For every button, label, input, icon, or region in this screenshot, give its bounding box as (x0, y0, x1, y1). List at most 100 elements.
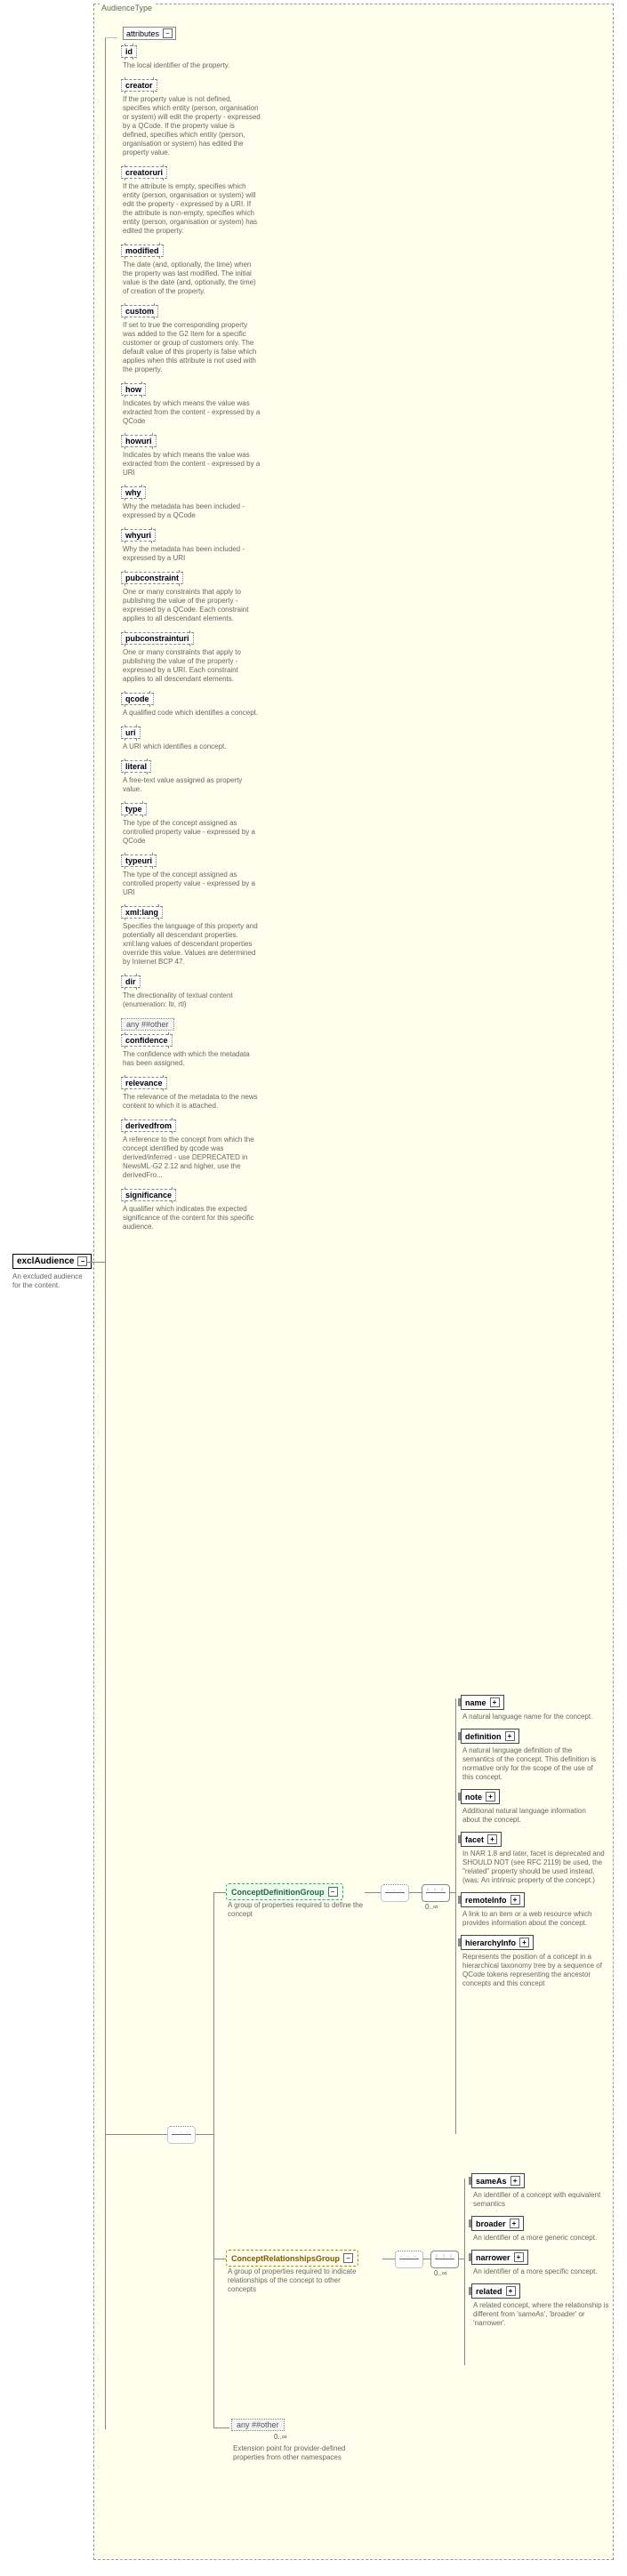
child-node-box[interactable]: sameAs+ (471, 2173, 525, 2188)
child-desc: In NAR 1.8 and later, facet is deprecate… (462, 1850, 605, 1885)
child-desc: An identifier of a concept with equivale… (473, 2191, 615, 2209)
attributes-header[interactable]: attributes − (123, 27, 176, 40)
attribute-name[interactable]: custom (121, 305, 158, 317)
attribute-name[interactable]: derivedfrom (121, 1119, 176, 1132)
root-node-box[interactable]: exclAudience − (12, 1254, 92, 1269)
child-node-box[interactable]: note+ (461, 1789, 500, 1804)
child-label: broader (476, 2219, 506, 2228)
choice-compositor: ⋮⋮⋮ (430, 2251, 459, 2268)
attribute-literal: literalA free-text value assigned as pro… (121, 760, 263, 799)
attribute-name[interactable]: qcode (121, 693, 154, 705)
attribute-name[interactable]: significance (121, 1189, 176, 1201)
child-related: related+A related concept, where the rel… (471, 2283, 623, 2328)
attribute-name[interactable]: confidence (121, 1034, 173, 1047)
occurs-label: 0..∞ (434, 2269, 447, 2277)
attribute-name[interactable]: literal (121, 760, 151, 773)
child-node-box[interactable]: broader + (471, 2216, 524, 2231)
substitution-marker (469, 2219, 471, 2227)
attribute-desc: Why the metadata has been included - exp… (123, 502, 261, 520)
expand-icon[interactable]: + (510, 1895, 520, 1905)
connector-line (409, 1892, 422, 1893)
connector-line (87, 1262, 105, 1263)
child-sameAs: sameAs+ An identifier of a concept with e… (471, 2173, 623, 2209)
sequence-compositor: · · · (395, 2251, 423, 2268)
attribute-name[interactable]: xml:lang (121, 906, 163, 919)
attribute-derivedfrom: derivedfromA reference to the concept fr… (121, 1119, 263, 1185)
child-node-box[interactable]: name + (461, 1695, 504, 1710)
attribute-name[interactable]: how (121, 383, 146, 396)
attribute-desc: One or many constraints that apply to pu… (123, 588, 261, 623)
attribute-howuri: howuriIndicates by which means the value… (121, 435, 263, 483)
attribute-name[interactable]: pubconstrainturi (121, 632, 194, 645)
group-label: ConceptDefinitionGroup (231, 1888, 325, 1897)
expand-icon[interactable]: + (486, 1792, 495, 1802)
child-definition: definition+A natural language definition… (461, 1729, 612, 1782)
expand-icon[interactable]: + (519, 1938, 529, 1947)
collapse-icon[interactable]: − (328, 1887, 338, 1897)
expand-icon[interactable]: + (510, 2176, 520, 2186)
child-label: name (465, 1698, 486, 1707)
attribute-name[interactable]: why (121, 486, 146, 499)
expand-icon[interactable]: + (514, 2252, 524, 2262)
connector-line (213, 1892, 214, 2428)
child-node-box[interactable]: remoteInfo+ (461, 1892, 525, 1907)
child-label: definition (465, 1732, 502, 1741)
attribute-desc: The type of the concept assigned as cont… (123, 871, 261, 897)
attributes-container: attributes − idThe local identifier of t… (121, 27, 281, 1237)
attribute-desc: The confidence with which the metadata h… (123, 1050, 261, 1068)
group-concept-definition[interactable]: ConceptDefinitionGroup − (226, 1883, 343, 1900)
attribute-name[interactable]: id (121, 45, 137, 58)
expand-icon[interactable]: + (506, 2286, 516, 2296)
attribute-name[interactable]: whyuri (121, 529, 156, 542)
attribute-desc: Why the metadata has been included - exp… (123, 545, 261, 563)
any-other-attribute[interactable]: any ##other (121, 1018, 174, 1031)
child-broader: broader + An identifier of a more generic … (471, 2216, 623, 2243)
attribute-name[interactable]: type (121, 803, 147, 815)
attribute-desc: A qualified code which identifies a conc… (123, 709, 261, 718)
attribute-desc: If set to true the corresponding propert… (123, 321, 261, 374)
collapse-icon[interactable]: − (343, 2253, 353, 2263)
attribute-name[interactable]: pubconstraint (121, 572, 183, 584)
child-desc: Represents the position of a concept in … (462, 1953, 605, 1988)
any-desc: Extension point for provider-defined pro… (233, 2444, 366, 2462)
expand-icon[interactable]: + (487, 1834, 497, 1844)
attribute-desc: One or many constraints that apply to pu… (123, 648, 261, 684)
attribute-name[interactable]: relevance (121, 1077, 167, 1089)
attribute-name[interactable]: uri (121, 726, 141, 739)
attribute-name[interactable]: typeuri (121, 855, 157, 867)
child-remoteInfo: remoteInfo+A link to an item or a web re… (461, 1892, 612, 1928)
attribute-modified: modifiedThe date (and, optionally, the t… (121, 245, 263, 301)
attribute-name[interactable]: howuri (121, 435, 157, 447)
attribute-name[interactable]: dir (121, 975, 141, 988)
expand-icon[interactable]: + (490, 1697, 500, 1707)
child-node-box[interactable]: definition+ (461, 1729, 519, 1744)
attribute-confidence: confidence The confidence with which the … (121, 1034, 263, 1073)
child-desc: An identifier of a more specific concept… (473, 2267, 615, 2276)
child-desc: An identifier of a more generic concept. (473, 2234, 615, 2243)
any-other-element[interactable]: any ##other (231, 2419, 285, 2431)
attribute-desc: If the property value is not defined, sp… (123, 95, 261, 157)
substitution-marker (458, 1732, 461, 1740)
attributes-list: idThe local identifier of the property. c… (121, 45, 281, 1237)
child-node-box[interactable]: related+ (471, 2283, 520, 2299)
child-node-box[interactable]: hierarchyInfo+ (461, 1935, 534, 1950)
attribute-dir: dirThe directionality of textual content… (121, 975, 263, 1015)
group-concept-relationships[interactable]: ConceptRelationshipsGroup − (226, 2250, 358, 2267)
child-node-box[interactable]: narrower+ (471, 2250, 528, 2265)
child-desc: A natural language name for the concept. (462, 1713, 605, 1721)
collapse-icon[interactable]: − (77, 1256, 87, 1266)
child-label: facet (465, 1835, 484, 1844)
child-node-box[interactable]: facet+ (461, 1832, 502, 1847)
attribute-significance: significanceA qualifier which indicates … (121, 1189, 263, 1237)
attribute-name[interactable]: modified (121, 245, 164, 257)
attribute-name[interactable]: creatoruri (121, 166, 167, 179)
child-label: remoteInfo (465, 1896, 507, 1905)
connector-line (105, 37, 106, 2429)
expand-icon[interactable]: + (505, 1731, 515, 1741)
attribute-id: idThe local identifier of the property. (121, 45, 263, 76)
child-desc: Additional natural language information … (462, 1807, 605, 1825)
collapse-icon[interactable]: − (163, 28, 173, 38)
attribute-name[interactable]: creator (121, 79, 157, 92)
expand-icon[interactable]: + (510, 2219, 519, 2228)
substitution-marker (458, 1835, 461, 1843)
